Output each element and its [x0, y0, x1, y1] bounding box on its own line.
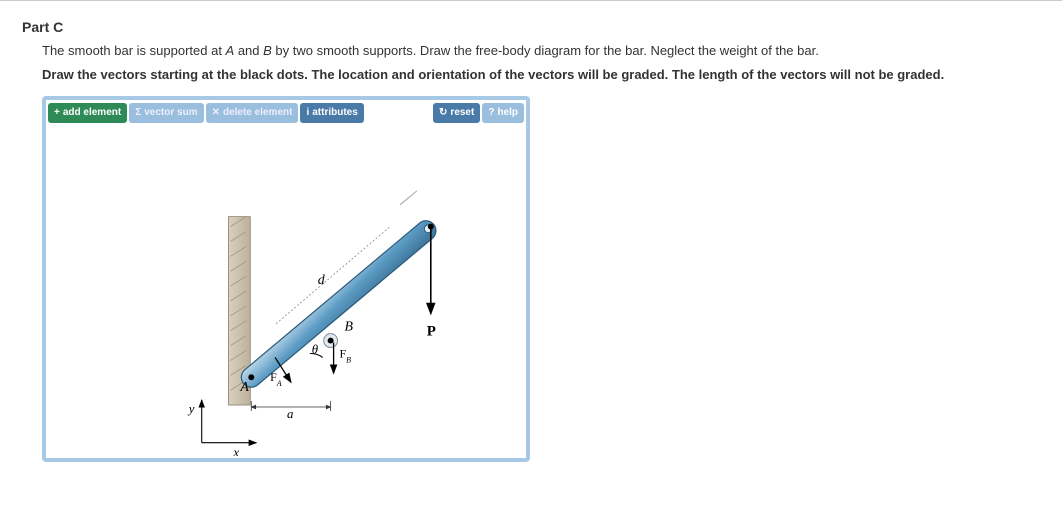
label-B: B — [345, 319, 354, 334]
label-theta: θ — [312, 342, 319, 356]
label-A: A — [239, 380, 249, 395]
attributes-button[interactable]: i attributes — [300, 103, 363, 123]
attributes-label: attributes — [312, 107, 358, 118]
label-y: y — [187, 401, 195, 415]
drawing-panel: + add element Σ vector sum ✕ delete elem… — [42, 96, 530, 462]
reset-label: reset — [450, 107, 474, 118]
add-element-button[interactable]: + add element — [48, 103, 127, 123]
dot-b — [328, 337, 334, 343]
drawing-toolbar: + add element Σ vector sum ✕ delete elem… — [48, 102, 524, 124]
sum-icon: Σ — [135, 107, 141, 118]
problem-description: The smooth bar is supported at A and B b… — [0, 41, 1062, 67]
plus-icon: + — [54, 107, 60, 118]
dot-a — [248, 374, 254, 380]
point-b-italic: B — [263, 43, 272, 58]
vector-sum-label: vector sum — [144, 107, 197, 118]
bar-shape — [237, 216, 440, 391]
help-icon: ? — [488, 107, 494, 118]
desc-text-3: by two smooth supports. Draw the free-bo… — [272, 43, 819, 58]
desc-text-1: The smooth bar is supported at — [42, 43, 226, 58]
help-button[interactable]: ? help — [482, 103, 524, 123]
reset-button[interactable]: ↻ reset — [433, 103, 480, 123]
figure-svg: A B FA FB θ P — [48, 126, 524, 456]
drawing-instruction: Draw the vectors starting at the black d… — [0, 67, 1062, 96]
part-label: Part C — [0, 11, 1062, 41]
label-x: x — [232, 445, 239, 455]
add-element-label: add element — [63, 107, 121, 118]
drawing-canvas[interactable]: A B FA FB θ P — [48, 126, 524, 456]
vector-sum-button[interactable]: Σ vector sum — [129, 103, 203, 123]
help-label: help — [497, 107, 518, 118]
label-P: P — [427, 323, 436, 339]
label-a: a — [287, 406, 293, 420]
reset-icon: ↻ — [439, 107, 447, 118]
label-d: d — [318, 273, 325, 288]
point-a-italic: A — [226, 43, 235, 58]
info-icon: i — [306, 107, 309, 118]
label-FB: FB — [340, 346, 352, 364]
label-FA: FA — [270, 370, 282, 388]
delete-icon: ✕ — [212, 107, 220, 118]
desc-text-2: and — [234, 43, 263, 58]
tick-top — [400, 190, 417, 204]
delete-element-label: delete element — [223, 107, 292, 118]
delete-element-button[interactable]: ✕ delete element — [206, 103, 299, 123]
